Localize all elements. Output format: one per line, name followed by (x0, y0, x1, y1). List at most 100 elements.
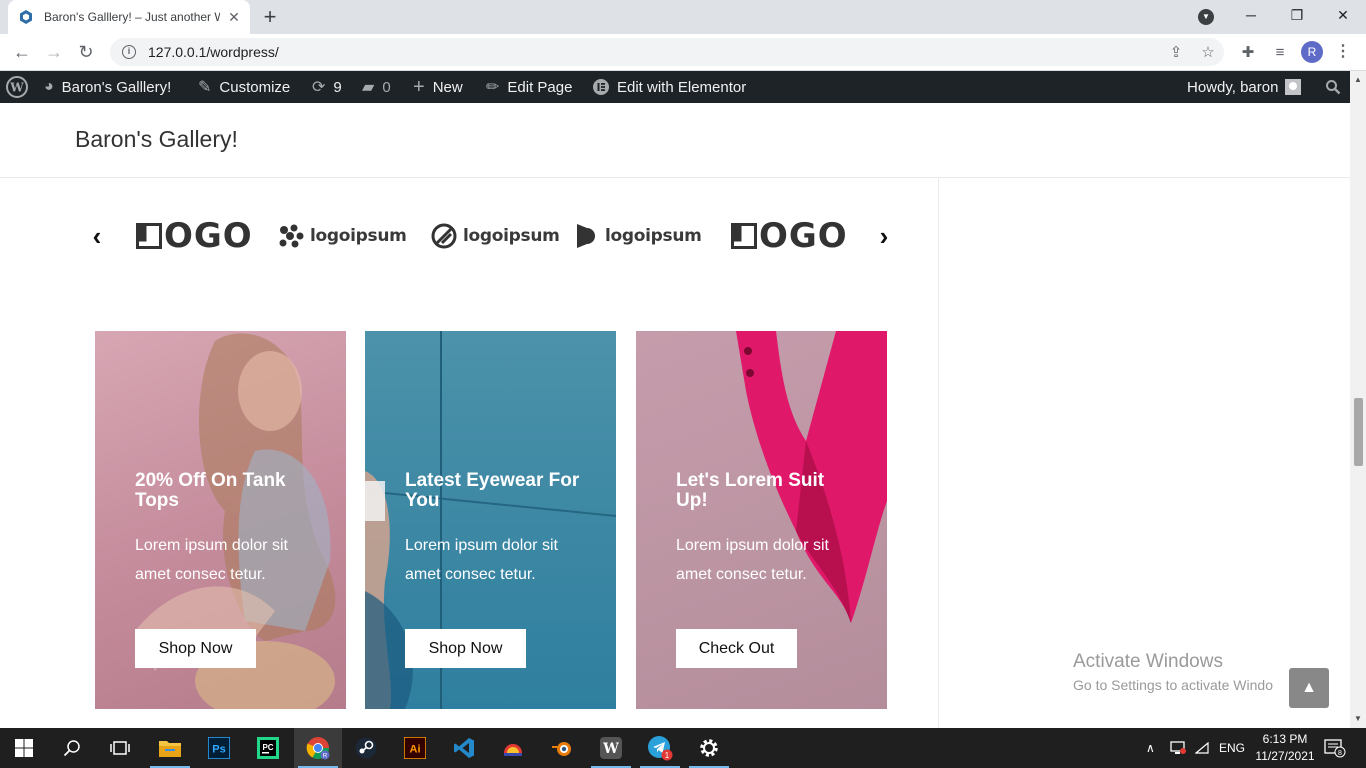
bookmark-star-icon[interactable]: ☆ (1198, 42, 1218, 62)
activate-title: Activate Windows (1073, 651, 1223, 672)
chrome-icon[interactable]: R (294, 728, 342, 768)
updates-icon: ⟳ (312, 79, 326, 96)
wordpress-logo-icon[interactable]: W (6, 71, 28, 103)
edit-elementor-label: Edit with Elementor (617, 78, 747, 96)
telegram-icon[interactable]: 1 (636, 728, 684, 768)
restore-icon[interactable]: ❐ (1274, 0, 1320, 30)
browser-menu-icon[interactable]: ⋮ (1335, 42, 1351, 62)
minimize-icon[interactable]: ─ (1228, 0, 1274, 30)
blender-icon[interactable] (538, 728, 586, 768)
svg-text:Ai: Ai (410, 744, 421, 756)
illustrator-icon[interactable]: Ai (391, 728, 439, 768)
clock-date: 11/27/2021 (1255, 749, 1315, 763)
profile-avatar[interactable]: R (1301, 41, 1323, 63)
plus-icon: + (413, 75, 425, 98)
tab-search-icon[interactable]: ▼ (1198, 9, 1214, 25)
steam-icon[interactable] (342, 728, 390, 768)
card-title: Let's Lorem Suit Up! (676, 470, 825, 511)
my-account-link[interactable]: Howdy, baron (1187, 71, 1302, 103)
network-warning-icon[interactable] (1170, 728, 1186, 768)
howdy-label: Howdy, baron (1187, 78, 1279, 96)
app-dome-icon[interactable] (489, 728, 537, 768)
share-icon[interactable]: ⇪ (1166, 42, 1186, 62)
comment-icon: ▰ (362, 79, 375, 96)
windows-taskbar: Ps PC R Ai W 1 ∧ ENG 6:13 PM 11/27/2021 … (0, 728, 1366, 768)
new-content-link[interactable]: + New (413, 71, 463, 103)
back-icon[interactable]: ← (10, 40, 34, 64)
promo-card: Latest Eyewear For You Lorem ipsum dolor… (365, 331, 616, 709)
sidebar-divider (938, 178, 939, 728)
system-clock[interactable]: 6:13 PM 11/27/2021 (1253, 731, 1317, 765)
svg-text:W: W (602, 741, 619, 757)
check-out-button[interactable]: Check Out (676, 629, 797, 668)
task-view-icon[interactable] (96, 728, 144, 768)
vscode-icon[interactable] (440, 728, 488, 768)
pycharm-icon[interactable]: PC (244, 728, 292, 768)
site-info-icon[interactable]: i (122, 45, 136, 59)
logo-text: logoipsum (605, 226, 702, 246)
logo-item: logoipsum (278, 216, 407, 256)
file-explorer-icon[interactable] (146, 728, 194, 768)
taskbar-search-icon[interactable] (48, 728, 96, 768)
logo-item: OGO (136, 216, 253, 256)
wifi-icon[interactable] (1195, 728, 1209, 768)
comments-count: 0 (382, 78, 391, 96)
logo-item: logoipsum (575, 216, 702, 256)
card-text: Lorem ipsum dolor sit amet consec tetur. (135, 537, 288, 583)
carousel-prev-icon[interactable]: ‹ (85, 221, 109, 251)
svg-text:Ps: Ps (212, 744, 225, 756)
logo-item: logoipsum (431, 216, 560, 256)
notifications-icon[interactable]: 8 (1324, 728, 1346, 768)
tray-overflow-icon[interactable]: ∧ (1146, 728, 1155, 768)
reading-list-icon[interactable]: ≡ (1270, 42, 1290, 62)
input-language[interactable]: ENG (1219, 728, 1245, 768)
scroll-down-icon[interactable]: ▼ (1353, 714, 1363, 724)
updates-link[interactable]: ⟳ 9 (312, 71, 342, 103)
promo-card: Let's Lorem Suit Up! Lorem ipsum dolor s… (636, 331, 887, 709)
svg-text:R: R (323, 754, 328, 760)
brush-icon: ✎ (198, 79, 212, 96)
dashboard-icon: ◕ (44, 78, 54, 95)
logo-text: OGO (164, 216, 253, 256)
photoshop-icon[interactable]: Ps (195, 728, 243, 768)
edit-elementor-link[interactable]: Edit with Elementor (593, 71, 746, 103)
close-tab-icon[interactable]: ✕ (226, 9, 242, 25)
page-scrollbar[interactable]: ▲ ▼ (1350, 71, 1366, 728)
clock-time: 6:13 PM (1262, 732, 1308, 746)
new-tab-button[interactable]: + (258, 5, 282, 29)
windows-start-icon[interactable] (0, 728, 48, 768)
telegram-badge: 1 (665, 751, 670, 760)
browser-tab[interactable]: Baron's Galllery! – Just another W ✕ (8, 0, 250, 34)
scroll-thumb[interactable] (1354, 398, 1363, 466)
admin-site-link[interactable]: ◕ Baron's Galllery! (44, 71, 171, 103)
scroll-up-icon[interactable]: ▲ (1353, 75, 1363, 85)
admin-search-icon[interactable] (1325, 71, 1341, 103)
browser-toolbar: ← → ↻ i 127.0.0.1/wordpress/ ⇪ ☆ ✚ ≡ R ⋮ (0, 34, 1366, 71)
logo-text: OGO (759, 216, 848, 256)
comments-link[interactable]: ▰ 0 (362, 71, 391, 103)
shop-now-button[interactable]: Shop Now (135, 629, 256, 668)
extensions-icon[interactable]: ✚ (1238, 42, 1258, 62)
close-window-icon[interactable]: ✕ (1320, 0, 1366, 30)
site-title[interactable]: Baron's Gallery! (75, 126, 238, 153)
logoipsum-half-icon (575, 222, 599, 250)
customize-link[interactable]: ✎ Customize (198, 71, 290, 103)
new-label: New (432, 78, 463, 96)
page-content: Baron's Gallery! ‹ › OGO logoipsum logoi… (0, 103, 1350, 728)
settings-gear-icon[interactable] (685, 728, 733, 768)
scroll-to-top-button[interactable]: ▲ (1289, 668, 1329, 708)
wp-admin-bar: W ◕ Baron's Galllery! ✎ Customize ⟳ 9 ▰ … (0, 71, 1350, 103)
address-bar[interactable]: i 127.0.0.1/wordpress/ (110, 38, 1224, 66)
reload-icon[interactable]: ↻ (74, 40, 98, 64)
forward-icon[interactable]: → (42, 40, 66, 64)
wordpress-app-icon[interactable]: W (587, 728, 635, 768)
promo-card: 20% Off On Tank Tops Lorem ipsum dolor s… (95, 331, 346, 709)
updates-count: 9 (333, 78, 342, 96)
site-header: Baron's Gallery! (0, 103, 1350, 178)
carousel-next-icon[interactable]: › (872, 221, 896, 251)
shop-now-button[interactable]: Shop Now (405, 629, 526, 668)
card-title: 20% Off On Tank Tops (135, 470, 286, 511)
logoipsum-dots-icon (278, 224, 304, 248)
edit-page-link[interactable]: ✏ Edit Page (486, 71, 572, 103)
logo-l-icon (731, 223, 757, 249)
